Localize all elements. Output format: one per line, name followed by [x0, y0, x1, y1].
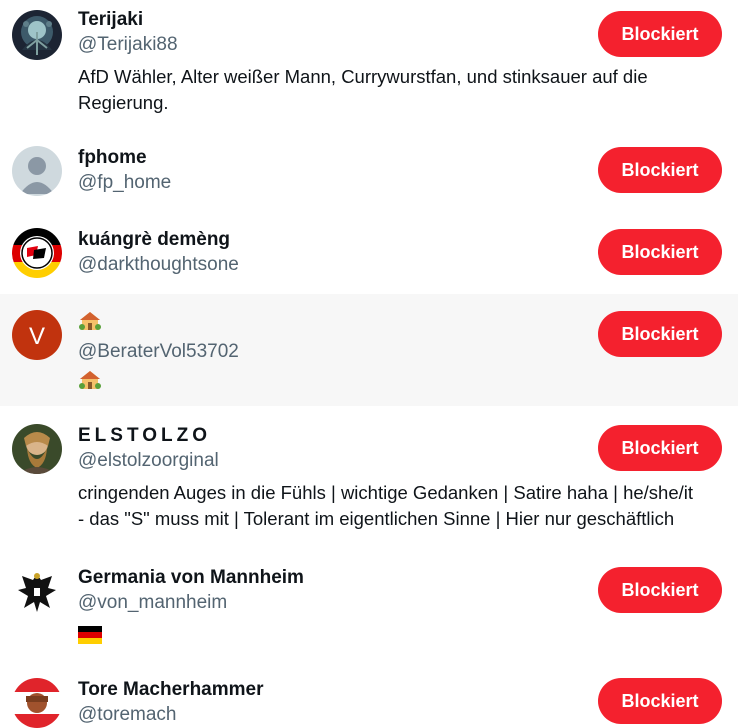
user-avatar[interactable]	[12, 146, 62, 196]
user-row-toremach[interactable]: Tore Macherhammer @toremach Blockiert	[0, 660, 738, 728]
user-bio: cringenden Auges in die Fühls | wichtige…	[78, 480, 722, 532]
blocked-button[interactable]: Blockiert	[598, 311, 722, 357]
user-avatar[interactable]	[12, 228, 62, 278]
bio-line: Regierung.	[78, 92, 169, 113]
user-avatar[interactable]	[12, 10, 62, 60]
bio-line: cringenden Auges in die Fühls | wichtige…	[78, 482, 694, 503]
user-bio: AfD Wähler, Alter weißer Mann, Currywurs…	[78, 64, 722, 116]
user-avatar[interactable]	[12, 424, 62, 474]
blocked-button[interactable]: Blockiert	[598, 11, 722, 57]
blocked-button[interactable]: Blockiert	[598, 678, 722, 724]
blocked-button[interactable]: Blockiert	[598, 229, 722, 275]
blocked-button[interactable]: Blockiert	[598, 425, 722, 471]
user-avatar[interactable]: V	[12, 310, 62, 360]
blocked-accounts-list: Terijaki @Terijaki88 AfD Wähler, Alter w…	[0, 0, 738, 728]
user-row-terijaki[interactable]: Terijaki @Terijaki88 AfD Wähler, Alter w…	[0, 0, 738, 134]
bio-line: AfD Wähler, Alter weißer Mann, Currywurs…	[78, 66, 648, 87]
user-row-elstolzoorginal[interactable]: ELSTOLZO @elstolzoorginal cringenden Aug…	[0, 406, 738, 548]
bio-line: - das "S" muss mit | Tolerant im eigentl…	[78, 508, 675, 529]
house-with-garden-icon	[78, 369, 102, 398]
user-avatar[interactable]	[12, 678, 62, 728]
user-row-darkthoughtsone[interactable]: kuángrè demèng @darkthoughtsone Blockier…	[0, 216, 738, 294]
user-avatar[interactable]	[12, 566, 62, 616]
blocked-button[interactable]: Blockiert	[598, 147, 722, 193]
avatar-letter: V	[29, 323, 45, 350]
user-bio	[78, 369, 722, 398]
user-row-fphome[interactable]: fphome @fp_home Blockiert	[0, 134, 738, 216]
german-flag-icon	[78, 625, 102, 651]
user-row-von-mannheim[interactable]: Germania von Mannheim @von_mannheim Bloc…	[0, 548, 738, 660]
house-with-garden-icon	[78, 310, 102, 339]
user-row-beratervol53702[interactable]: V @BeraterVol53702 Blockiert	[0, 294, 738, 406]
user-bio	[78, 624, 722, 651]
blocked-button[interactable]: Blockiert	[598, 567, 722, 613]
